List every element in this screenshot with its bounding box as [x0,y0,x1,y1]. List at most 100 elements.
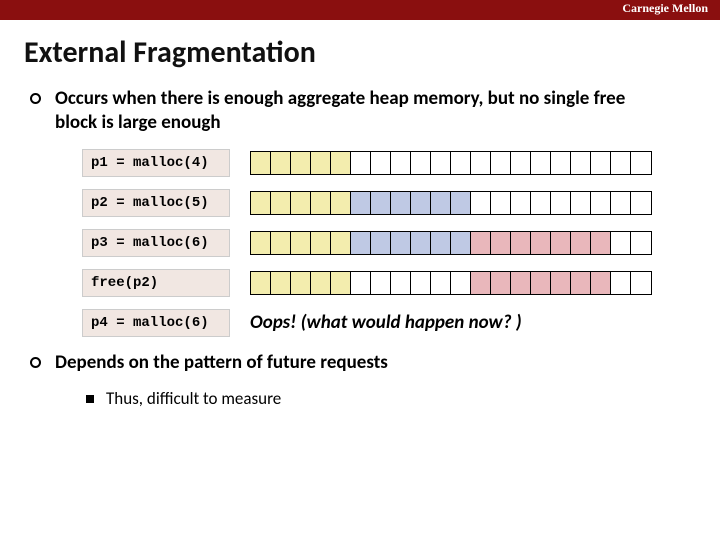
heap-cell [331,152,351,174]
heap-cell [631,232,651,254]
heap-cell [391,192,411,214]
heap-cell [571,272,591,294]
heap-cell [291,192,311,214]
heap-cell [551,272,571,294]
heap-cell [471,232,491,254]
heap-cell [631,192,651,214]
bullet-2-text: Depends on the pattern of future request… [55,351,388,375]
heap-cell [431,232,451,254]
heap-cell [511,152,531,174]
heap-cell [471,192,491,214]
bullet-2: Depends on the pattern of future request… [30,351,698,375]
heap-cell [571,192,591,214]
heap-cell [591,192,611,214]
heap-cell [591,152,611,174]
heap-cell [491,192,511,214]
heap-cell [371,272,391,294]
heap-cell [291,152,311,174]
heap-cell [391,232,411,254]
heap-strip [250,231,652,255]
heap-cell [511,272,531,294]
bullet-icon [30,357,41,368]
heap-cell [451,232,471,254]
heap-cell [251,152,271,174]
op-row: p2 = malloc(5) [82,189,698,217]
code-box: p4 = malloc(6) [82,309,230,337]
sub-bullet-1-text: Thus, difficult to measure [106,388,281,409]
heap-cell [351,152,371,174]
square-bullet-icon [86,395,94,403]
op-row: p1 = malloc(4) [82,149,698,177]
heap-cell [531,192,551,214]
heap-cell [491,152,511,174]
op-row: p3 = malloc(6) [82,229,698,257]
heap-cell [491,232,511,254]
heap-cell [291,232,311,254]
heap-cell [251,272,271,294]
heap-cell [611,232,631,254]
heap-cell [471,272,491,294]
heap-cell [551,192,571,214]
heap-cell [511,232,531,254]
brand-label: Carnegie Mellon [622,1,708,16]
heap-cell [411,152,431,174]
heap-cell [451,272,471,294]
heap-cell [611,192,631,214]
heap-cell [451,152,471,174]
heap-cell [531,152,551,174]
heap-cell [431,192,451,214]
heap-strip [250,151,652,175]
heap-cell [531,272,551,294]
heap-cell [411,272,431,294]
heap-cell [331,232,351,254]
heap-cell [491,272,511,294]
heap-cell [351,232,371,254]
bullet-1: Occurs when there is enough aggregate he… [30,87,698,135]
heap-cell [591,232,611,254]
heap-cell [311,192,331,214]
heap-cell [571,232,591,254]
heap-cell [411,232,431,254]
heap-cell [631,152,651,174]
heap-cell [311,232,331,254]
heap-cell [451,192,471,214]
sub-bullet-1: Thus, difficult to measure [86,388,698,409]
code-box: p3 = malloc(6) [82,229,230,257]
bullet-1-text: Occurs when there is enough aggregate he… [55,87,655,135]
heap-cell [311,272,331,294]
heap-cell [371,192,391,214]
heap-cell [631,272,651,294]
heap-cell [611,272,631,294]
heap-cell [511,192,531,214]
heap-cell [471,152,491,174]
heap-cell [411,192,431,214]
bullet-icon [30,93,41,104]
heap-cell [331,272,351,294]
heap-cell [331,192,351,214]
heap-cell [551,232,571,254]
heap-cell [371,232,391,254]
slide-title: External Fragmentation [0,20,720,77]
heap-cell [391,272,411,294]
heap-cell [251,192,271,214]
heap-cell [371,152,391,174]
heap-cell [271,232,291,254]
heap-cell [351,272,371,294]
heap-strip [250,191,652,215]
code-box: free(p2) [82,269,230,297]
heap-cell [611,152,631,174]
heap-cell [291,272,311,294]
heap-cell [251,232,271,254]
heap-cell [571,152,591,174]
heap-cell [591,272,611,294]
heap-cell [311,152,331,174]
code-box: p2 = malloc(5) [82,189,230,217]
heap-cell [271,272,291,294]
oops-text: Oops! (what would happen now? ) [250,311,522,334]
op-row: p4 = malloc(6) Oops! (what would happen n… [82,309,698,337]
code-box: p1 = malloc(4) [82,149,230,177]
heap-cell [551,152,571,174]
heap-cell [531,232,551,254]
heap-cell [351,192,371,214]
operations-list: p1 = malloc(4) p2 = malloc(5) p3 = malloc(… [82,149,698,337]
